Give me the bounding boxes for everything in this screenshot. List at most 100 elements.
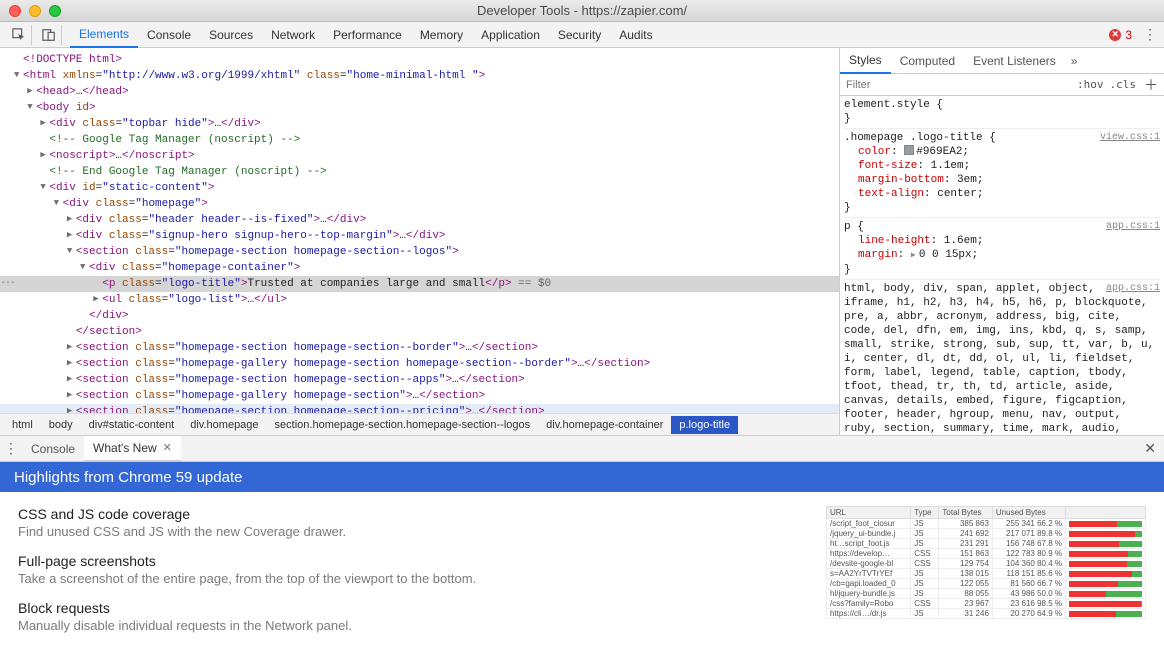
error-icon: ✕ <box>1109 29 1121 41</box>
css-property[interactable]: line-height: 1.6em; <box>844 234 1160 248</box>
dom-node[interactable]: ▶<div class="header header--is-fixed">…<… <box>0 212 839 228</box>
dom-node[interactable]: ▼<section class="homepage-section homepa… <box>0 244 839 260</box>
styles-filter-bar: :hov .cls ＋ <box>840 74 1164 96</box>
feature-title: Full-page screenshots <box>18 553 826 569</box>
tab-security[interactable]: Security <box>549 22 610 48</box>
table-row[interactable]: ht…script_foot.jsJS231 291156 748 67.8 % <box>827 539 1146 549</box>
breadcrumb-item[interactable]: div.homepage <box>182 416 266 434</box>
dom-tree[interactable]: <!DOCTYPE html>▼<html xmlns="http://www.… <box>0 48 839 413</box>
table-row[interactable]: /cb=gapi.loaded_0JS122 05581 560 66.7 % <box>827 579 1146 589</box>
rule-source-link[interactable]: view.css:1 <box>1100 131 1160 145</box>
styles-tab-computed[interactable]: Computed <box>891 48 964 74</box>
error-badge[interactable]: ✕ 3 <box>1109 28 1132 42</box>
drawer-tab-console[interactable]: Console <box>22 436 84 462</box>
dom-node[interactable]: </div> <box>0 308 839 324</box>
devtools-toolbar: ElementsConsoleSourcesNetworkPerformance… <box>0 22 1164 48</box>
table-header: Total Bytes <box>939 507 992 519</box>
feature-item: Block requestsManually disable individua… <box>18 600 826 633</box>
breadcrumb-item[interactable]: p.logo-title <box>671 416 738 434</box>
styles-pane[interactable]: element.style {}view.css:1.homepage .log… <box>840 96 1164 435</box>
tab-audits[interactable]: Audits <box>610 22 661 48</box>
css-property[interactable]: text-align: center; <box>844 187 1160 201</box>
tab-console[interactable]: Console <box>138 22 200 48</box>
coverage-preview: URLTypeTotal BytesUnused Bytes/script_fo… <box>826 506 1146 651</box>
styles-tabs: StylesComputedEvent Listeners » <box>840 48 1164 74</box>
tab-memory[interactable]: Memory <box>411 22 472 48</box>
dom-node[interactable]: ▶<section class="homepage-section homepa… <box>0 404 839 413</box>
css-property[interactable]: color: #969EA2; <box>844 145 1160 159</box>
tab-performance[interactable]: Performance <box>324 22 411 48</box>
css-selector[interactable]: html, body, div, span, applet, object, i… <box>844 282 1160 435</box>
breadcrumb-item[interactable]: html <box>4 416 41 434</box>
cls-toggle[interactable]: .cls <box>1110 78 1137 91</box>
drawer-close-icon[interactable]: ✕ <box>1144 440 1156 457</box>
dom-node[interactable]: ··· <p class="logo-title">Trusted at com… <box>0 276 839 292</box>
drawer-tab-what-s-new[interactable]: What's New✕ <box>84 436 181 462</box>
dom-node[interactable]: ▼<html xmlns="http://www.w3.org/1999/xht… <box>0 68 839 84</box>
table-row[interactable]: s=AA2YrTVTrYEfJS138 015118 151 85.6 % <box>827 569 1146 579</box>
dom-node[interactable]: ▶<section class="homepage-gallery homepa… <box>0 388 839 404</box>
window-title: Developer Tools - https://zapier.com/ <box>0 3 1164 18</box>
breadcrumb-item[interactable]: div#static-content <box>81 416 183 434</box>
dom-node[interactable]: ▶<div class="topbar hide">…</div> <box>0 116 839 132</box>
breadcrumb-item[interactable]: section.homepage-section.homepage-sectio… <box>267 416 539 434</box>
feature-item: Full-page screenshots Take a screenshot o… <box>18 553 826 586</box>
more-tabs-icon[interactable]: » <box>1071 54 1078 68</box>
styles-tab-styles[interactable]: Styles <box>840 48 891 74</box>
css-property[interactable]: margin-bottom: 3em; <box>844 173 1160 187</box>
dom-node[interactable]: <!-- End Google Tag Manager (noscript) -… <box>0 164 839 180</box>
rule-source-link[interactable]: app.css:1 <box>1106 282 1160 296</box>
main-tabs: ElementsConsoleSourcesNetworkPerformance… <box>70 22 662 48</box>
table-row[interactable]: /css?family=RoboCSS23 96723 616 98.5 % <box>827 599 1146 609</box>
table-header <box>1066 507 1146 519</box>
css-property[interactable]: margin: ▶0 0 15px; <box>844 248 1160 263</box>
dom-node[interactable]: ▼<div id="static-content"> <box>0 180 839 196</box>
tab-application[interactable]: Application <box>472 22 549 48</box>
new-style-rule-icon[interactable]: ＋ <box>1144 75 1158 95</box>
dom-node[interactable]: ▶<section class="homepage-section homepa… <box>0 340 839 356</box>
table-row[interactable]: https://cli…/dr.jsJS31 24620 270 64.9 % <box>827 609 1146 619</box>
table-header: URL <box>827 507 911 519</box>
tab-elements[interactable]: Elements <box>70 22 138 48</box>
css-property[interactable]: font-size: 1.1em; <box>844 159 1160 173</box>
tab-network[interactable]: Network <box>262 22 324 48</box>
inspect-element-icon[interactable] <box>6 25 32 45</box>
hov-toggle[interactable]: :hov <box>1077 78 1104 91</box>
breadcrumb-item[interactable]: div.homepage-container <box>538 416 671 434</box>
tab-sources[interactable]: Sources <box>200 22 262 48</box>
dom-node[interactable]: ▶<section class="homepage-gallery homepa… <box>0 356 839 372</box>
dom-node[interactable]: <!DOCTYPE html> <box>0 52 839 68</box>
whatsnew-banner: Highlights from Chrome 59 update <box>0 462 1164 492</box>
feature-item: CSS and JS code coverageFind unused CSS … <box>18 506 826 539</box>
rule-source-link[interactable]: app.css:1 <box>1106 220 1160 234</box>
styles-tab-event-listeners[interactable]: Event Listeners <box>964 48 1065 74</box>
table-row[interactable]: /jquery_ui-bundle.jJS241 692217 071 89.8… <box>827 529 1146 539</box>
table-row[interactable]: https://develop…CSS151 863122 783 80.9 % <box>827 549 1146 559</box>
device-toolbar-icon[interactable] <box>36 25 62 45</box>
dom-node[interactable]: </section> <box>0 324 839 340</box>
feature-desc: Take a screenshot of the entire page, fr… <box>18 571 826 586</box>
close-tab-icon[interactable]: ✕ <box>163 441 172 454</box>
more-menu-icon[interactable]: ⋮ <box>1142 26 1158 43</box>
dom-node[interactable]: ▼<body id> <box>0 100 839 116</box>
css-selector[interactable]: element.style { <box>844 98 1160 112</box>
drawer-menu-icon[interactable]: ⋮ <box>0 440 22 457</box>
whatsnew-features: CSS and JS code coverageFind unused CSS … <box>18 506 826 651</box>
table-row[interactable]: hl/jquery-bundle.jsJS88 05543 986 50.0 % <box>827 589 1146 599</box>
styles-filter-input[interactable] <box>846 79 1071 91</box>
dom-node[interactable]: ▶<div class="signup-hero signup-hero--to… <box>0 228 839 244</box>
table-header: Type <box>911 507 939 519</box>
dom-node[interactable]: <!-- Google Tag Manager (noscript) --> <box>0 132 839 148</box>
dom-node[interactable]: ▼<div class="homepage-container"> <box>0 260 839 276</box>
table-header: Unused Bytes <box>992 507 1065 519</box>
dom-node[interactable]: ▶<ul class="logo-list">…</ul> <box>0 292 839 308</box>
breadcrumb[interactable]: htmlbodydiv#static-contentdiv.homepagese… <box>0 413 839 435</box>
table-row[interactable]: /script_foot_closurJS385 863255 341 66.2… <box>827 519 1146 529</box>
dom-node[interactable]: ▶<noscript>…</noscript> <box>0 148 839 164</box>
table-row[interactable]: /devsite-google-blCSS129 754104 360 80.4… <box>827 559 1146 569</box>
drawer: ⋮ ConsoleWhat's New✕ ✕ Highlights from C… <box>0 435 1164 651</box>
dom-node[interactable]: ▼<div class="homepage"> <box>0 196 839 212</box>
dom-node[interactable]: ▶<head>…</head> <box>0 84 839 100</box>
dom-node[interactable]: ▶<section class="homepage-section homepa… <box>0 372 839 388</box>
breadcrumb-item[interactable]: body <box>41 416 81 434</box>
